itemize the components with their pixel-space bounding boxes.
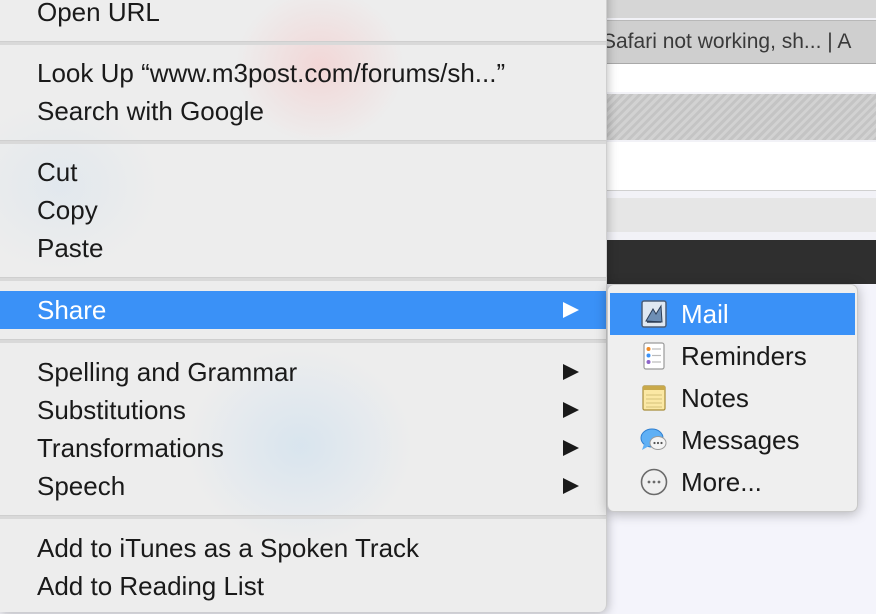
share-submenu: Mail Reminders Notes Messages More... bbox=[607, 284, 858, 512]
notes-icon bbox=[642, 385, 666, 411]
menu-item-label: Speech bbox=[37, 471, 126, 501]
submenu-arrow-icon bbox=[563, 364, 579, 380]
menu-item-paste[interactable]: Paste bbox=[0, 229, 606, 267]
menu-item-label: Search with Google bbox=[37, 96, 264, 126]
share-item-notes[interactable]: Notes bbox=[608, 377, 857, 419]
menu-item-label: Paste bbox=[37, 233, 104, 263]
menu-item-label: Cut bbox=[37, 157, 78, 187]
submenu-arrow-icon bbox=[563, 402, 579, 418]
menu-item-look-up[interactable]: Look Up “www.m3post.com/forums/sh...” bbox=[0, 54, 606, 92]
menu-separator bbox=[0, 140, 606, 144]
menu-item-label: Add to Reading List bbox=[37, 571, 264, 601]
browser-tab-bar bbox=[600, 0, 876, 18]
menu-item-share[interactable]: Share bbox=[0, 291, 606, 329]
share-item-mail[interactable]: Mail bbox=[610, 293, 855, 335]
page-region bbox=[600, 142, 876, 191]
share-item-label: Notes bbox=[681, 383, 749, 413]
submenu-arrow-icon bbox=[563, 302, 579, 318]
page-nav-bar bbox=[600, 240, 876, 284]
share-item-label: More... bbox=[681, 467, 762, 497]
share-item-messages[interactable]: Messages bbox=[608, 419, 857, 461]
mail-icon bbox=[641, 300, 667, 328]
menu-item-spelling-and-grammar[interactable]: Spelling and Grammar bbox=[0, 353, 606, 391]
menu-item-add-to-itunes[interactable]: Add to iTunes as a Spoken Track bbox=[0, 529, 606, 567]
menu-item-label: Substitutions bbox=[37, 395, 186, 425]
more-icon bbox=[640, 468, 668, 496]
share-item-label: Messages bbox=[681, 425, 800, 455]
share-item-label: Mail bbox=[681, 299, 729, 329]
menu-item-label: Share bbox=[37, 295, 107, 325]
menu-item-label: Copy bbox=[37, 195, 98, 225]
share-item-label: Reminders bbox=[681, 341, 807, 371]
page-region bbox=[600, 64, 876, 92]
share-item-more[interactable]: More... bbox=[608, 461, 857, 503]
browser-tab-title: Safari not working, sh... | A bbox=[602, 30, 852, 53]
menu-separator bbox=[0, 339, 606, 343]
menu-item-search-with-google[interactable]: Search with Google bbox=[0, 92, 606, 130]
menu-item-label: Add to iTunes as a Spoken Track bbox=[37, 533, 420, 563]
browser-tab[interactable]: Safari not working, sh... | A bbox=[600, 20, 876, 64]
page-region bbox=[600, 198, 876, 232]
menu-item-copy[interactable]: Copy bbox=[0, 191, 606, 229]
menu-item-cut[interactable]: Cut bbox=[0, 153, 606, 191]
menu-item-transformations[interactable]: Transformations bbox=[0, 429, 606, 467]
reminders-icon bbox=[643, 342, 665, 370]
menu-item-label: Spelling and Grammar bbox=[37, 357, 298, 387]
menu-separator bbox=[0, 277, 606, 281]
menu-item-substitutions[interactable]: Substitutions bbox=[0, 391, 606, 429]
menu-separator bbox=[0, 515, 606, 519]
menu-item-speech[interactable]: Speech bbox=[0, 467, 606, 505]
submenu-arrow-icon bbox=[563, 440, 579, 456]
messages-icon bbox=[640, 428, 667, 450]
menu-item-label: Open URL bbox=[37, 0, 160, 27]
menu-item-label: Transformations bbox=[37, 433, 224, 463]
submenu-arrow-icon bbox=[563, 478, 579, 494]
menu-separator bbox=[0, 41, 606, 45]
share-item-reminders[interactable]: Reminders bbox=[608, 335, 857, 377]
menu-item-open-url[interactable]: Open URL bbox=[0, 0, 606, 31]
page-banner bbox=[600, 94, 876, 140]
menu-item-label: Look Up “www.m3post.com/forums/sh...” bbox=[37, 58, 506, 88]
context-menu: Open URL Look Up “www.m3post.com/forums/… bbox=[0, 0, 607, 612]
menu-item-add-to-reading-list[interactable]: Add to Reading List bbox=[0, 567, 606, 605]
